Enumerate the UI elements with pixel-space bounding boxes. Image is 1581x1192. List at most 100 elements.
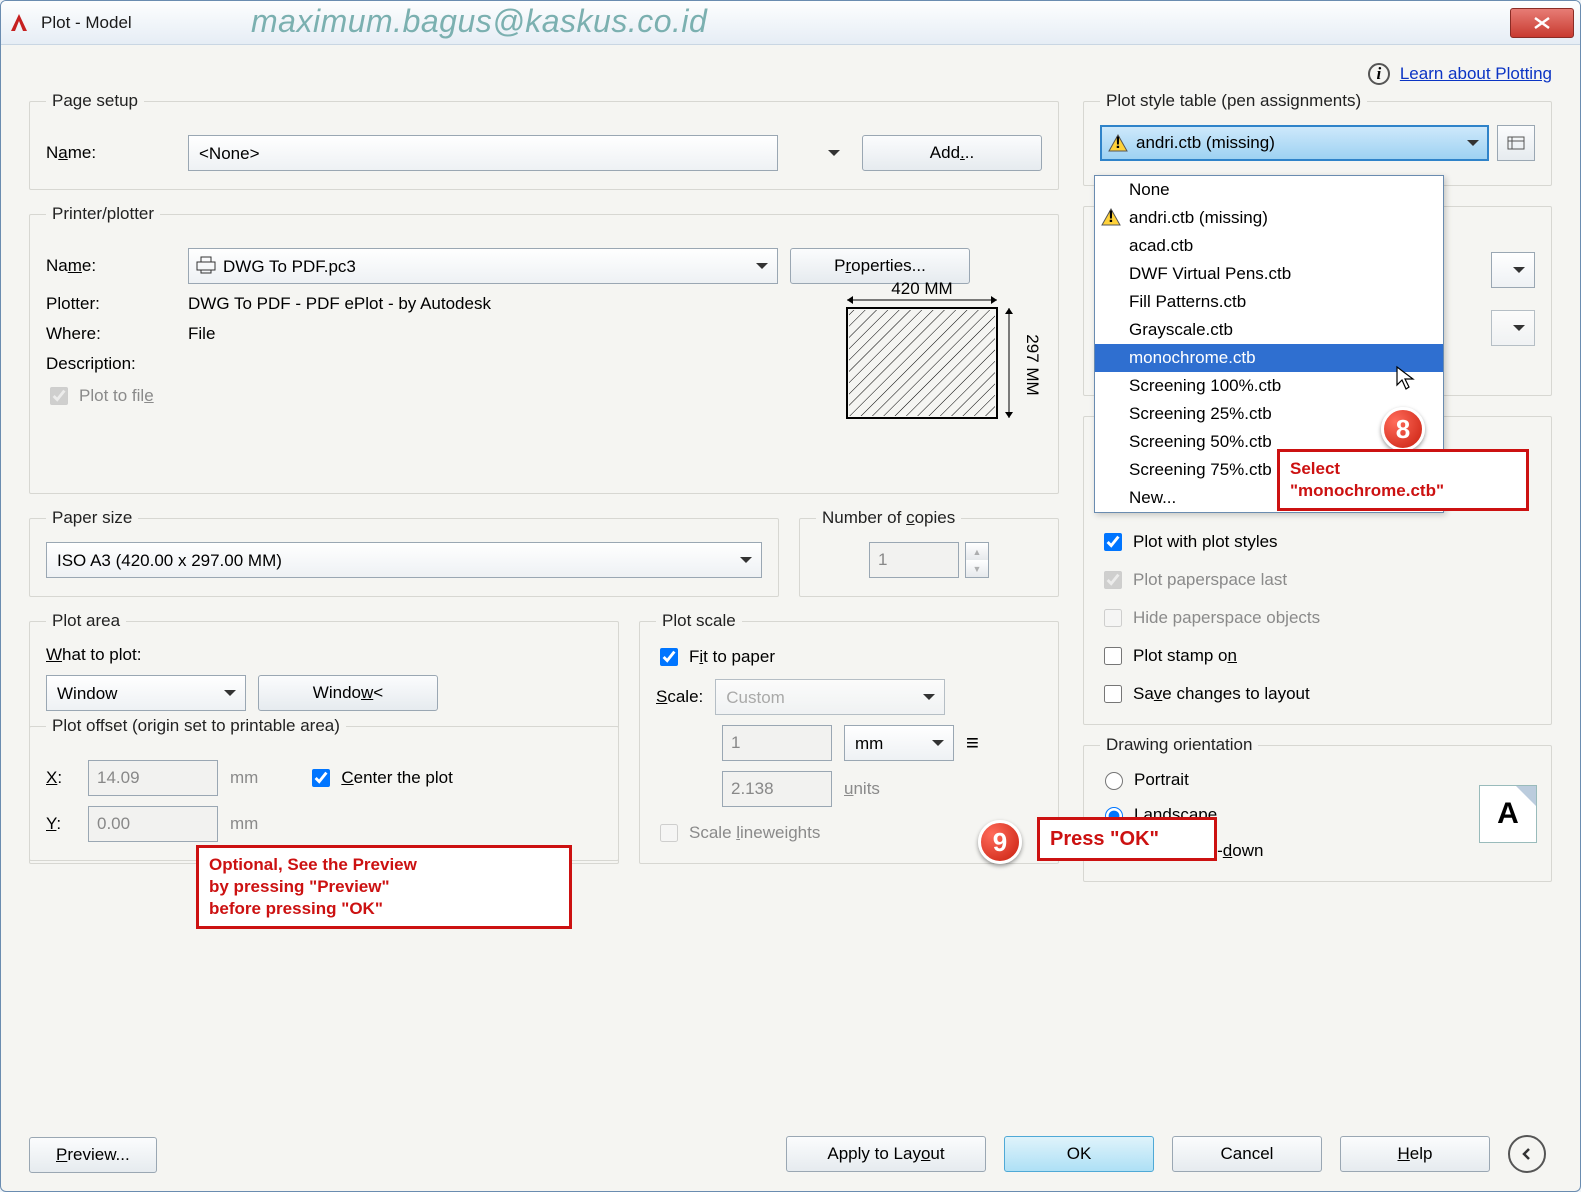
cursor-icon	[1395, 365, 1417, 391]
plot-paperspace-last-checkbox	[1104, 571, 1122, 589]
scale-label: Scale:	[656, 687, 703, 707]
center-plot-checkbox[interactable]	[312, 769, 330, 787]
orientation-legend: Drawing orientation	[1100, 735, 1258, 755]
save-changes-label: Save changes to layout	[1133, 684, 1310, 704]
plot-style-selected: andri.ctb (missing)	[1136, 133, 1275, 153]
plot-with-styles-checkbox[interactable]	[1104, 533, 1122, 551]
plot-style-option-s100[interactable]: Screening 100%.ctb	[1095, 372, 1443, 400]
page-setup-name-combo[interactable]: <None>	[188, 135, 778, 171]
scale-denominator-input	[722, 771, 832, 807]
plot-style-option-fill[interactable]: Fill Patterns.ctb	[1095, 288, 1443, 316]
offset-x-unit: mm	[230, 768, 258, 788]
plot-stamp-label: Plot stamp on	[1133, 646, 1237, 666]
printer-properties-button[interactable]: Properties...	[790, 248, 970, 284]
preview-button[interactable]: Preview...	[29, 1137, 157, 1173]
printer-name-label: Name:	[46, 256, 176, 276]
fit-to-paper-checkbox[interactable]	[660, 648, 678, 666]
paper-preview: 420 MM 297 MM	[827, 280, 1042, 455]
printer-name-combo[interactable]: DWG To PDF.pc3	[188, 248, 778, 284]
annotation-step8: Select "monochrome.ctb"	[1277, 449, 1529, 511]
help-button[interactable]: Help	[1340, 1136, 1490, 1172]
page-setup-name-label: Name:	[46, 143, 176, 163]
plot-offset-group: Plot offset (origin set to printable are…	[29, 716, 619, 861]
scale-unit-combo[interactable]: mm	[844, 725, 954, 761]
copies-spinner: ▲ ▼	[965, 542, 989, 578]
svg-text:!: !	[1115, 134, 1121, 152]
where-label: Where:	[46, 324, 176, 344]
page-setup-legend: Page setup	[46, 91, 144, 111]
paper-size-combo[interactable]: ISO A3 (420.00 x 297.00 MM)	[46, 542, 762, 578]
plot-to-file-checkbox	[50, 387, 68, 405]
scale-combo: Custom	[715, 679, 945, 715]
plotter-icon	[196, 256, 216, 274]
step-badge-9: 9	[978, 820, 1022, 864]
printer-plotter-group: Printer/plotter Name: DWG To PDF.pc3 Pro…	[29, 204, 1059, 494]
plot-scale-legend: Plot scale	[656, 611, 742, 631]
copies-up: ▲	[966, 543, 988, 560]
save-changes-checkbox[interactable]	[1104, 685, 1122, 703]
plot-style-combo[interactable]: ! andri.ctb (missing)	[1100, 125, 1489, 161]
units-label: units	[844, 779, 880, 799]
equals-icon: ≡	[966, 730, 979, 756]
copies-group: Number of copies ▲ ▼	[799, 508, 1059, 597]
plot-area-legend: Plot area	[46, 611, 126, 631]
plot-style-option-gray[interactable]: Grayscale.ctb	[1095, 316, 1443, 344]
plot-paperspace-last-label: Plot paperspace last	[1133, 570, 1287, 590]
window-pick-button[interactable]: Window<	[258, 675, 438, 711]
scale-lineweights-checkbox	[660, 824, 678, 842]
plot-style-option-none[interactable]: None	[1095, 176, 1443, 204]
cancel-button[interactable]: Cancel	[1172, 1136, 1322, 1172]
titlebar: Plot - Model maximum.bagus@kaskus.co.id	[1, 1, 1580, 45]
page-setup-group: Page setup Name: <None> Add...	[29, 91, 1059, 190]
learn-plotting-link[interactable]: Learn about Plotting	[1400, 64, 1552, 84]
where-value: File	[188, 324, 215, 344]
page-setup-add-button[interactable]: Add...	[862, 135, 1042, 171]
offset-y-label: Y:	[46, 814, 76, 834]
warning-icon: !	[1101, 208, 1121, 226]
what-to-plot-label: What to plot:	[46, 645, 602, 665]
center-plot-label: Center the plot	[341, 768, 453, 788]
portrait-label: Portrait	[1134, 770, 1189, 790]
plot-style-option-monochrome[interactable]: monochrome.ctb	[1095, 344, 1443, 372]
scale-numerator-input	[722, 725, 832, 761]
preview-width-label: 420 MM	[891, 280, 952, 298]
copies-legend: Number of copies	[816, 508, 961, 528]
preview-height-label: 297 MM	[1023, 334, 1042, 395]
plot-style-option-andri[interactable]: ! andri.ctb (missing)	[1095, 204, 1443, 232]
close-button[interactable]	[1510, 8, 1574, 38]
plotter-label: Plotter:	[46, 294, 176, 314]
annotation-preview-tip: Optional, See the Preview by pressing "P…	[196, 845, 572, 929]
shade-combo-2	[1491, 310, 1535, 346]
collapse-arrow-button[interactable]	[1508, 1135, 1546, 1173]
offset-y-input	[88, 806, 218, 842]
portrait-radio[interactable]	[1105, 772, 1123, 790]
plot-style-option-dwf[interactable]: DWF Virtual Pens.ctb	[1095, 260, 1443, 288]
svg-text:!: !	[1108, 208, 1114, 226]
fit-to-paper-label: Fit to paper	[689, 647, 775, 667]
plot-stamp-checkbox[interactable]	[1104, 647, 1122, 665]
warning-icon: !	[1108, 134, 1128, 152]
plot-style-legend: Plot style table (pen assignments)	[1100, 91, 1367, 111]
plot-style-table-group: Plot style table (pen assignments) ! and…	[1083, 91, 1552, 186]
copies-input	[869, 542, 959, 578]
printer-legend: Printer/plotter	[46, 204, 160, 224]
plot-offset-legend: Plot offset (origin set to printable are…	[46, 716, 346, 736]
plot-dialog: Plot - Model maximum.bagus@kaskus.co.id …	[0, 0, 1581, 1192]
paper-size-group: Paper size ISO A3 (420.00 x 297.00 MM)	[29, 508, 779, 597]
orientation-icon: A	[1479, 785, 1537, 843]
offset-y-unit: mm	[230, 814, 258, 834]
description-label: Description:	[46, 354, 176, 374]
edit-plot-style-button[interactable]	[1497, 125, 1535, 161]
scale-lineweights-label: Scale lineweights	[689, 823, 820, 843]
plot-style-option-acad[interactable]: acad.ctb	[1095, 232, 1443, 260]
ok-button[interactable]: OK	[1004, 1136, 1154, 1172]
window-title: Plot - Model	[41, 13, 132, 33]
step-badge-8: 8	[1381, 407, 1425, 451]
plot-to-file-label: Plot to file	[79, 386, 154, 406]
what-to-plot-combo[interactable]: Window	[46, 675, 246, 711]
shade-combo-1[interactable]	[1491, 252, 1535, 288]
copies-down: ▼	[966, 560, 988, 577]
apply-to-layout-button[interactable]: Apply to Layout	[786, 1136, 986, 1172]
plot-with-styles-label: Plot with plot styles	[1133, 532, 1278, 552]
plotter-value: DWG To PDF - PDF ePlot - by Autodesk	[188, 294, 491, 314]
